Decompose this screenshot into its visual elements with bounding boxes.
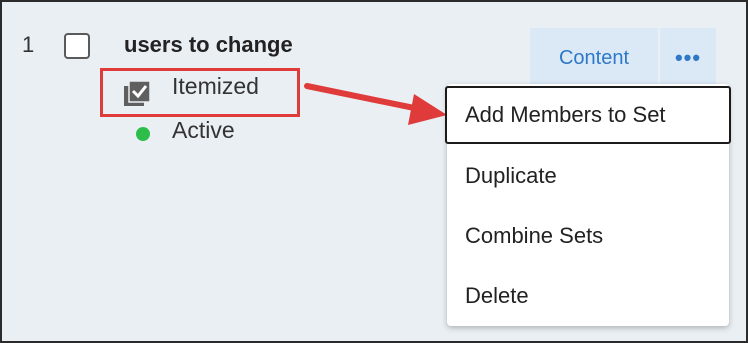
row-select-checkbox[interactable] [64,33,90,59]
set-list-panel: 1 users to change Itemized Active Conten… [0,0,748,343]
menu-item-label: Add Members to Set [465,102,666,127]
menu-item-combine-sets[interactable]: Combine Sets [447,206,729,266]
itemized-icon [124,80,151,106]
annotation-arrow-icon [304,83,447,125]
ellipsis-icon: ••• [674,45,702,70]
menu-item-label: Delete [465,283,529,308]
status-label: Active [172,117,235,143]
content-button-label: Content [558,46,630,69]
menu-item-delete[interactable]: Delete [447,266,729,326]
set-type-label: Itemized [172,73,259,99]
row-index: 1 [22,32,35,57]
actions-dropdown-menu: Add Members to Set Duplicate Combine Set… [445,84,731,326]
set-name-link[interactable]: users to change [124,32,293,58]
menu-item-add-members[interactable]: Add Members to Set [445,86,731,144]
content-button[interactable]: Content [530,28,660,88]
status-dot-icon [136,127,150,141]
menu-item-label: Duplicate [465,163,557,188]
menu-item-label: Combine Sets [465,223,604,248]
menu-item-duplicate[interactable]: Duplicate [447,146,729,206]
more-actions-button[interactable]: ••• [660,28,716,88]
